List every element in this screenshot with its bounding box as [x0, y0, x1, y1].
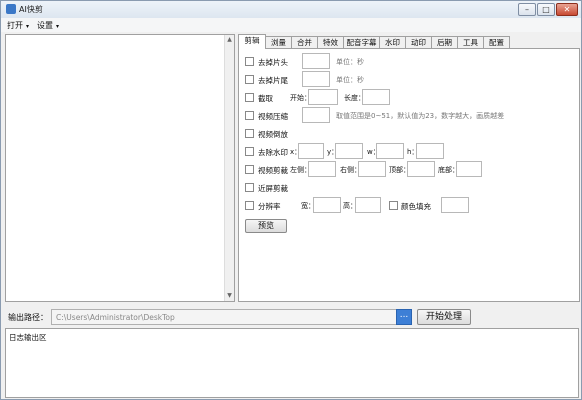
tab-dynamic-print[interactable]: 动印: [405, 36, 432, 48]
tab-volume[interactable]: 浏量: [265, 36, 292, 48]
clip-label: 截取: [258, 94, 273, 103]
log-output-label: 日志输出区: [9, 333, 47, 342]
crop-bottom-input[interactable]: [456, 161, 482, 177]
color-fill-checkbox[interactable]: [389, 201, 398, 210]
output-path-row: 输出路径： C:\Users\Administrator\DeskTop ...…: [5, 309, 579, 325]
compress-input[interactable]: [302, 107, 330, 123]
tab-edit[interactable]: 剪辑: [238, 34, 266, 49]
crop-left-input[interactable]: [308, 161, 336, 177]
tab-watermark[interactable]: 水印: [379, 36, 406, 48]
output-path-input[interactable]: C:\Users\Administrator\DeskTop: [51, 309, 397, 325]
menu-settings[interactable]: 设置 ▾: [37, 20, 59, 31]
title-bar[interactable]: AI快剪 – □ ✕: [1, 1, 581, 18]
tab-config[interactable]: 配置: [483, 36, 510, 48]
resolution-width-input[interactable]: [313, 197, 341, 213]
tab-dub-subtitle[interactable]: 配音字幕: [343, 36, 380, 48]
scroll-down-icon[interactable]: ▼: [225, 291, 234, 301]
close-button[interactable]: ✕: [556, 3, 578, 16]
watermark-w-input[interactable]: [376, 143, 404, 159]
clip-start-input[interactable]: [308, 89, 338, 105]
tab-merge[interactable]: 合并: [291, 36, 318, 48]
remove-head-label: 去掉片头: [258, 58, 288, 67]
menu-open[interactable]: 打开 ▾: [7, 20, 29, 31]
fullscreen-crop-label: 近屏剪裁: [258, 184, 288, 193]
maximize-button[interactable]: □: [537, 3, 555, 16]
chevron-down-icon: ▾: [26, 23, 30, 30]
menu-open-label: 打开: [7, 21, 23, 30]
compress-checkbox[interactable]: [245, 111, 254, 120]
remove-head-input[interactable]: [302, 53, 330, 69]
app-icon: [6, 4, 16, 14]
file-list-panel[interactable]: ▲ ▼: [5, 34, 235, 302]
remove-head-unit: 单位：秒: [336, 58, 364, 66]
remove-tail-label: 去掉片尾: [258, 76, 288, 85]
watermark-y-input[interactable]: [335, 143, 363, 159]
resolution-label: 分辨率: [258, 202, 281, 211]
watermark-x-input[interactable]: [298, 143, 324, 159]
tab-strip: 剪辑 浏量 合并 特效 配音字幕 水印 动印 后期 工具 配置: [238, 34, 580, 49]
minimize-button[interactable]: –: [518, 3, 536, 16]
edit-tab-panel: 去掉片头 单位：秒 去掉片尾 单位：秒 截取 开始： 长度： 视频压缩 取值范围…: [238, 48, 580, 302]
start-processing-button[interactable]: 开始处理: [417, 309, 471, 325]
watermark-h-input[interactable]: [416, 143, 444, 159]
menu-bar: 打开 ▾ 设置 ▾: [1, 18, 581, 32]
reverse-label: 视频倒放: [258, 130, 288, 139]
remove-tail-input[interactable]: [302, 71, 330, 87]
compress-hint: 取值范围是0~51，默认值为23，数字越大，画质越差: [336, 112, 505, 120]
remove-watermark-checkbox[interactable]: [245, 147, 254, 156]
color-fill-label: 颜色填充: [401, 202, 431, 211]
log-output-area[interactable]: 日志输出区: [5, 328, 579, 398]
function-tabs: 剪辑 浏量 合并 特效 配音字幕 水印 动印 后期 工具 配置 去掉片头 单位：…: [238, 34, 580, 302]
main-window: AI快剪 – □ ✕ 打开 ▾ 设置 ▾ ▲ ▼ 剪辑 浏量 合并 特效 配音字幕 …: [0, 0, 582, 400]
browse-button[interactable]: ...: [396, 309, 412, 325]
crop-label: 视频剪裁: [258, 166, 288, 175]
fullscreen-crop-checkbox[interactable]: [245, 183, 254, 192]
reverse-checkbox[interactable]: [245, 129, 254, 138]
tab-post[interactable]: 后期: [431, 36, 458, 48]
resolution-checkbox[interactable]: [245, 201, 254, 210]
preview-button[interactable]: 预览: [245, 219, 287, 233]
tab-effects[interactable]: 特效: [317, 36, 344, 48]
chevron-down-icon: ▾: [56, 23, 60, 30]
tab-tools[interactable]: 工具: [457, 36, 484, 48]
remove-tail-checkbox[interactable]: [245, 75, 254, 84]
scroll-up-icon[interactable]: ▲: [225, 35, 234, 45]
clip-checkbox[interactable]: [245, 93, 254, 102]
file-list-scrollbar[interactable]: ▲ ▼: [224, 35, 234, 301]
remove-tail-unit: 单位：秒: [336, 76, 364, 84]
compress-label: 视频压缩: [258, 112, 288, 121]
color-fill-input[interactable]: [441, 197, 469, 213]
window-title: AI快剪: [19, 5, 43, 14]
remove-watermark-label: 去除水印: [258, 148, 288, 157]
remove-head-checkbox[interactable]: [245, 57, 254, 66]
menu-settings-label: 设置: [37, 21, 53, 30]
crop-right-input[interactable]: [358, 161, 386, 177]
crop-top-input[interactable]: [407, 161, 435, 177]
output-path-label: 输出路径：: [8, 313, 48, 322]
clip-length-input[interactable]: [362, 89, 390, 105]
resolution-height-input[interactable]: [355, 197, 381, 213]
crop-checkbox[interactable]: [245, 165, 254, 174]
